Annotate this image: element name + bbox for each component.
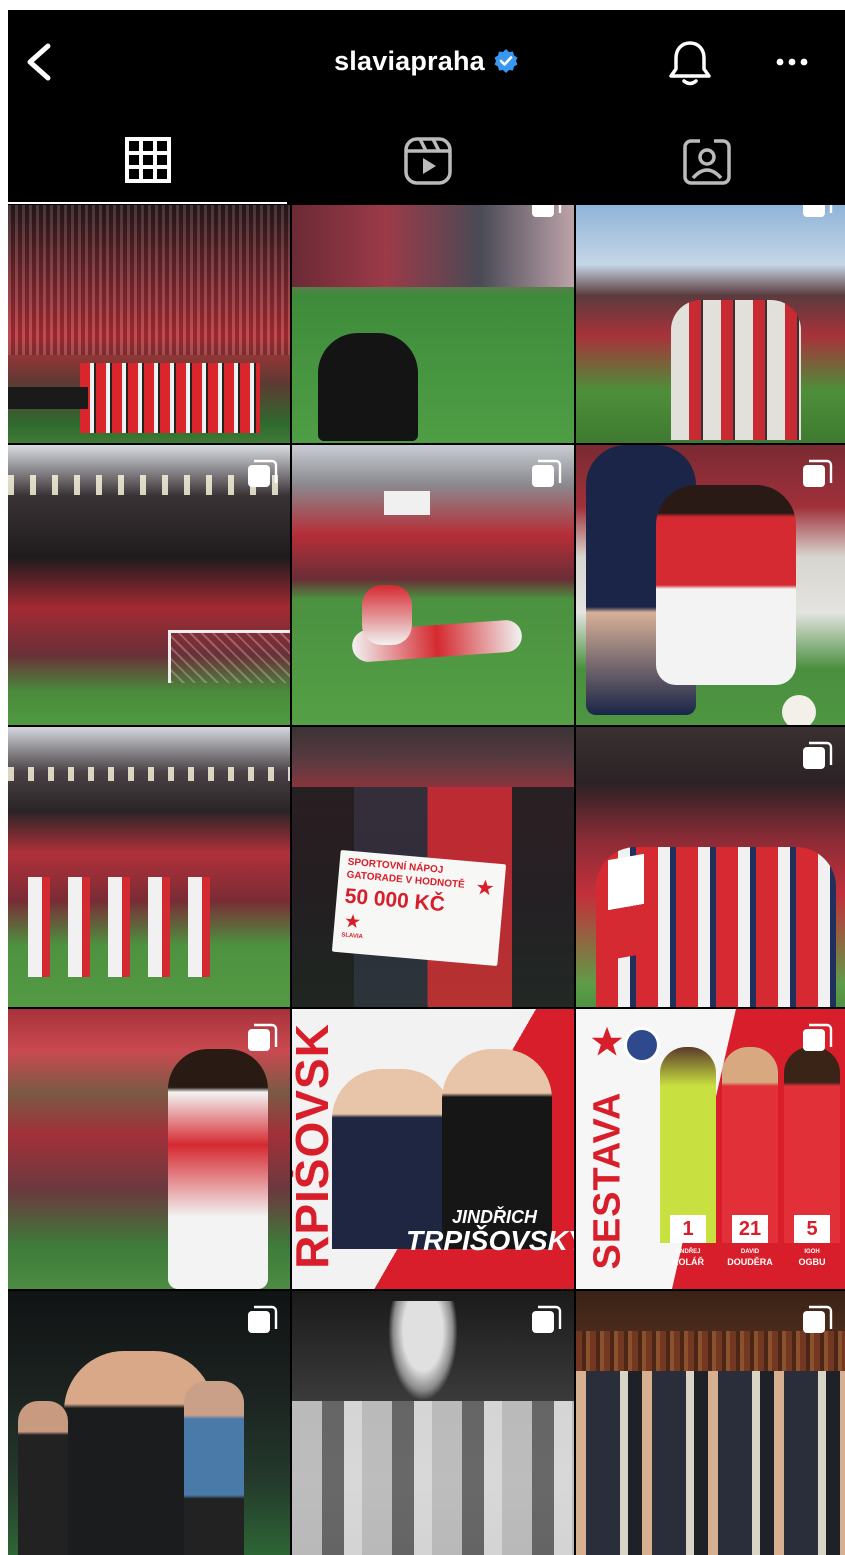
username: slaviapraha (334, 46, 485, 76)
player-first-3: IGOH (804, 1249, 820, 1255)
player-last-3: OGBU (798, 1257, 826, 1267)
photo-scoreboard (384, 491, 430, 515)
carousel-icon (803, 459, 833, 487)
top-bar: slaviapraha (8, 10, 845, 114)
carousel-icon (803, 205, 833, 217)
photo-person-left (18, 1401, 68, 1555)
cheque-brand: SLAVIA (341, 932, 364, 941)
cheque-amount: 50 000 KČ (343, 884, 446, 917)
post-thumbnail[interactable] (292, 1291, 574, 1555)
post-thumbnail[interactable]: RPIŠOVSK JINDŘICH TRPIŠOVSKÝ 250 (292, 1009, 574, 1289)
carousel-icon (803, 741, 833, 769)
player-first-2: DAVID (740, 1249, 760, 1255)
profile-tabs (8, 120, 845, 204)
photo-players-walking (28, 877, 228, 977)
carousel-icon (248, 459, 278, 487)
photo-goal (168, 630, 290, 683)
player-first-1: ONDŘEJ (675, 1249, 701, 1255)
carousel-icon (248, 1023, 278, 1051)
photo-players-line (80, 363, 260, 433)
graphic-side-text: SESTAVA (586, 1091, 629, 1270)
bell-icon[interactable] (664, 38, 716, 90)
more-icon[interactable] (772, 52, 812, 72)
post-thumbnail[interactable] (292, 205, 574, 443)
post-thumbnail[interactable] (8, 205, 290, 443)
photo-crowd (292, 1401, 574, 1555)
post-thumbnail[interactable]: SESTAVA 1 21 5 ONDŘEJ KOLÁŘ DAVID DOUDĚR… (576, 1009, 845, 1289)
grid-icon (125, 137, 171, 183)
reels-icon (404, 137, 452, 185)
carousel-icon (532, 1305, 562, 1333)
post-thumbnail[interactable] (8, 1009, 290, 1289)
tagged-icon (683, 138, 731, 185)
player-card-1 (660, 1047, 716, 1243)
post-thumbnail[interactable] (576, 445, 845, 725)
post-thumbnail[interactable] (8, 727, 290, 1007)
star-icon (591, 1026, 623, 1056)
graphic-number: 250 (472, 1249, 539, 1289)
photo-players-group (671, 300, 801, 440)
photo-trophy (388, 1301, 458, 1401)
cheque-board: SPORTOVNÍ NÁPOJ GATORADE V HODNOTĚ 50 00… (331, 849, 507, 967)
tab-tagged[interactable] (566, 120, 845, 204)
photo-people-row (576, 1371, 845, 1555)
verified-badge-icon (494, 49, 518, 73)
photo-ball (782, 695, 816, 725)
carousel-icon (532, 459, 562, 487)
photo-sponsor-board (8, 387, 88, 409)
tab-posts[interactable] (8, 120, 287, 204)
player-last-2: DOUDĚRA (727, 1257, 773, 1267)
profile-username-header: slaviapraha (8, 46, 845, 77)
player-last-1: KOLÁŘ (672, 1257, 704, 1267)
photo-stands-crowd (8, 205, 290, 355)
photo-stadium-roof-lights (8, 767, 290, 781)
post-thumbnail[interactable] (576, 727, 845, 1007)
posts-grid: SPORTOVNÍ NÁPOJ GATORADE V HODNOTĚ 50 00… (8, 205, 845, 1555)
opponent-crest-icon (624, 1027, 660, 1063)
profile-screen: slaviapraha SPORTOVNÍ NÁPOJ GATORADE V H… (8, 10, 845, 1555)
tab-reels[interactable] (287, 120, 566, 204)
star-icon (477, 879, 494, 896)
post-thumbnail[interactable] (8, 445, 290, 725)
post-thumbnail[interactable] (576, 205, 845, 443)
post-thumbnail[interactable]: SPORTOVNÍ NÁPOJ GATORADE V HODNOTĚ 50 00… (292, 727, 574, 1007)
photo-coach-silhouette (318, 333, 418, 441)
photo-flag (608, 853, 644, 961)
carousel-icon (803, 1023, 833, 1051)
player-card-2 (722, 1047, 778, 1243)
photo-person-right (184, 1381, 244, 1555)
post-thumbnail[interactable] (8, 1291, 290, 1555)
photo-slavia-player (656, 485, 796, 685)
player-number-1: 1 (670, 1215, 706, 1243)
carousel-icon (248, 1305, 278, 1333)
carousel-icon (532, 205, 562, 217)
post-thumbnail[interactable] (292, 445, 574, 725)
photo-coach-left (332, 1069, 452, 1249)
carousel-icon (803, 1305, 833, 1333)
player-number-2: 21 (732, 1215, 768, 1243)
photo-player-sitting (362, 585, 412, 645)
post-thumbnail[interactable] (576, 1291, 845, 1555)
player-number-3: 5 (794, 1215, 830, 1243)
star-icon (345, 914, 360, 929)
player-card-3 (784, 1047, 840, 1243)
photo-player (168, 1049, 268, 1289)
